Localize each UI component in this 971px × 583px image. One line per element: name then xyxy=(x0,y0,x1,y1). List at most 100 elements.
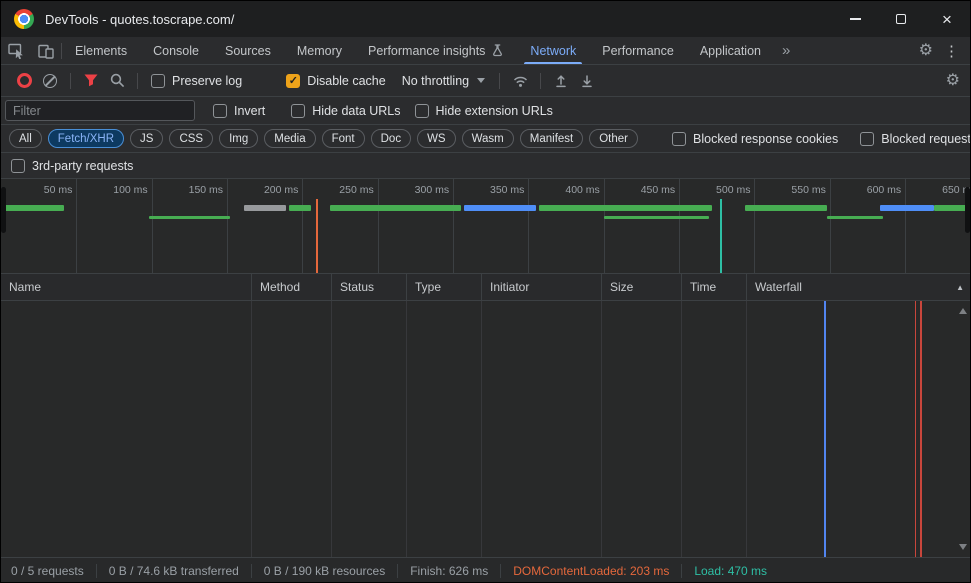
tab-performance[interactable]: Performance xyxy=(589,37,687,64)
hide-extension-urls-group[interactable]: Hide extension URLs xyxy=(415,104,553,118)
overview-gridline xyxy=(76,179,77,273)
overview-handle-right[interactable] xyxy=(965,187,970,233)
overview-request-bar xyxy=(149,216,230,219)
throttling-select[interactable]: No throttling xyxy=(402,74,485,88)
overview-handle-left[interactable] xyxy=(1,187,6,233)
tab-label: Performance xyxy=(602,44,674,58)
disable-cache-checkbox[interactable] xyxy=(286,74,300,88)
overview-tick-label: 500 ms xyxy=(696,184,750,196)
column-header-method[interactable]: Method xyxy=(251,274,331,300)
tab-elements[interactable]: Elements xyxy=(62,37,140,64)
devtools-settings-gear-icon[interactable]: ⚙ xyxy=(919,43,933,59)
chip-doc[interactable]: Doc xyxy=(371,129,411,148)
blocked-requests-group[interactable]: Blocked requests xyxy=(860,132,971,146)
overview-request-bar xyxy=(464,205,536,211)
column-header-waterfall[interactable]: Waterfall ▲ xyxy=(746,274,970,300)
blocked-response-cookies-checkbox[interactable] xyxy=(672,132,686,146)
chip-font[interactable]: Font xyxy=(322,129,365,148)
column-label: Time xyxy=(690,280,716,294)
invert-checkbox[interactable] xyxy=(213,104,227,118)
column-header-status[interactable]: Status xyxy=(331,274,406,300)
tab-performance-insights[interactable]: Performance insights xyxy=(355,37,517,64)
search-network-button[interactable] xyxy=(104,69,130,93)
record-network-log-button[interactable] xyxy=(11,69,37,93)
network-conditions-button[interactable] xyxy=(507,69,533,93)
column-header-initiator[interactable]: Initiator xyxy=(481,274,601,300)
column-header-time[interactable]: Time xyxy=(681,274,746,300)
preserve-log-group[interactable]: Preserve log xyxy=(151,74,242,88)
tab-label: Console xyxy=(153,44,199,58)
overview-tick-label: 50 ms xyxy=(18,184,72,196)
chip-other[interactable]: Other xyxy=(589,129,638,148)
title-bar: DevTools - quotes.toscrape.com/ × xyxy=(1,1,970,37)
funnel-icon xyxy=(84,74,98,87)
third-party-checkbox[interactable] xyxy=(11,159,25,173)
overview-request-bar xyxy=(539,205,712,211)
blocked-requests-checkbox[interactable] xyxy=(860,132,874,146)
network-settings-gear-icon[interactable]: ⚙ xyxy=(946,73,960,89)
scrollbar-up-arrow-icon[interactable] xyxy=(959,308,967,314)
more-tabs-button[interactable]: » xyxy=(774,42,798,59)
column-header-size[interactable]: Size xyxy=(601,274,681,300)
devtools-menu-kebab-icon[interactable]: ⋮ xyxy=(933,42,970,60)
network-filter-row: Invert Hide data URLs Hide extension URL… xyxy=(1,97,970,125)
minimize-icon xyxy=(850,18,861,20)
close-button[interactable]: × xyxy=(924,1,970,37)
status-resources: 0 B / 190 kB resources xyxy=(252,564,397,578)
hide-data-urls-group[interactable]: Hide data URLs xyxy=(291,104,400,118)
chip-all[interactable]: All xyxy=(9,129,42,148)
maximize-button[interactable] xyxy=(878,1,924,37)
blocked-response-cookies-group[interactable]: Blocked response cookies xyxy=(672,132,838,146)
invert-label: Invert xyxy=(234,104,265,118)
hide-extension-urls-checkbox[interactable] xyxy=(415,104,429,118)
overview-tick-label: 400 ms xyxy=(546,184,600,196)
inspect-element-button[interactable] xyxy=(1,37,31,64)
chip-manifest[interactable]: Manifest xyxy=(520,129,583,148)
overview-gridline xyxy=(453,179,454,273)
sort-ascending-icon[interactable]: ▲ xyxy=(956,283,964,292)
chip-media[interactable]: Media xyxy=(264,129,315,148)
inspect-cursor-icon xyxy=(8,42,25,59)
import-har-button[interactable] xyxy=(548,69,574,93)
scrollbar-down-arrow-icon[interactable] xyxy=(959,544,967,550)
tab-label: Performance insights xyxy=(368,44,485,58)
tab-label: Application xyxy=(700,44,761,58)
filter-input[interactable] xyxy=(5,100,195,121)
chrome-logo-icon xyxy=(14,9,34,29)
chip-img[interactable]: Img xyxy=(219,129,258,148)
chip-wasm[interactable]: Wasm xyxy=(462,129,514,148)
tab-sources[interactable]: Sources xyxy=(212,37,284,64)
toolbar-separator xyxy=(70,73,71,89)
hide-data-urls-checkbox[interactable] xyxy=(291,104,305,118)
column-divider xyxy=(331,301,332,557)
clear-network-log-button[interactable] xyxy=(37,69,63,93)
tab-console[interactable]: Console xyxy=(140,37,212,64)
overview-tick-label: 600 ms xyxy=(847,184,901,196)
tab-network[interactable]: Network xyxy=(517,37,589,64)
disable-cache-group[interactable]: Disable cache xyxy=(286,74,386,88)
chip-ws[interactable]: WS xyxy=(417,129,456,148)
export-har-button[interactable] xyxy=(574,69,600,93)
preserve-log-checkbox[interactable] xyxy=(151,74,165,88)
overview-request-bar xyxy=(880,205,934,211)
chip-css[interactable]: CSS xyxy=(169,129,213,148)
requests-table-body[interactable] xyxy=(1,301,970,557)
vertical-scrollbar[interactable] xyxy=(955,301,970,557)
overview-gridline xyxy=(152,179,153,273)
overview-gridline xyxy=(302,179,303,273)
minimize-button[interactable] xyxy=(832,1,878,37)
column-header-type[interactable]: Type xyxy=(406,274,481,300)
network-overview[interactable]: 50 ms100 ms150 ms200 ms250 ms300 ms350 m… xyxy=(1,179,970,274)
column-label: Name xyxy=(9,280,41,294)
column-header-name[interactable]: Name xyxy=(1,274,251,300)
third-party-group[interactable]: 3rd-party requests xyxy=(11,159,133,173)
invert-filter-group[interactable]: Invert xyxy=(213,104,265,118)
overview-request-bar xyxy=(934,205,969,211)
filter-toggle-button[interactable] xyxy=(78,69,104,93)
column-label: Size xyxy=(610,280,633,294)
tab-application[interactable]: Application xyxy=(687,37,774,64)
chip-js[interactable]: JS xyxy=(130,129,163,148)
chip-fetch-xhr[interactable]: Fetch/XHR xyxy=(48,129,124,148)
tab-memory[interactable]: Memory xyxy=(284,37,355,64)
device-toolbar-button[interactable] xyxy=(31,37,61,64)
